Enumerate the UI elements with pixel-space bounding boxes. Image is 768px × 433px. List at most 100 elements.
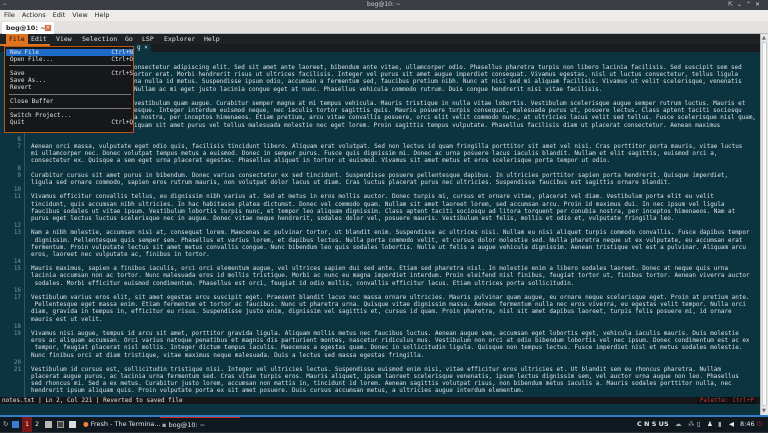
editor-line[interactable]: placerat augue purus, ac lacinia urna fe…	[0, 373, 756, 380]
tray-indicators[interactable]: C N S US	[637, 417, 669, 432]
notes-icon[interactable]: ▯	[697, 417, 701, 432]
editor-line[interactable]: 11 Vivamus efficitur convallis tellus, eu…	[0, 193, 756, 200]
editor-line[interactable]: mauris est ut velit.	[0, 316, 756, 323]
scroll-up-icon[interactable]: ▲	[762, 35, 766, 41]
line-text: hendrerit ipsum aliquam quis. Proin vulp…	[31, 387, 525, 395]
tab-label: bog@10: ~	[6, 24, 46, 32]
line-text: na nulla id metus. Suspendisse ipsum odi…	[134, 78, 742, 86]
editor-line[interactable]: mi ullamcorper nec. Donec volutpat tempu…	[0, 150, 756, 157]
editor-menu-file[interactable]: File	[6, 34, 28, 44]
app-menu-view[interactable]: View	[72, 10, 87, 21]
editor-menu-lsp[interactable]: LSP	[142, 34, 154, 44]
line-text: eros, laoreet nec vulputate ac, finibus …	[31, 250, 210, 258]
line-number: 21	[13, 365, 21, 373]
window-controls[interactable]: ⇱⌄⌃✕	[728, 0, 764, 10]
taskbar-window-terminal[interactable]: ▪ bog@10: ~	[160, 417, 240, 432]
window-titlebar: ⌁ bog@10: ~ ⇱⌄⌃✕	[0, 0, 768, 10]
file-manager-icon[interactable]	[45, 417, 52, 432]
terminal-icon[interactable]	[57, 417, 64, 432]
taskbar-window-fresh[interactable]: ● Fresh - The Termina...	[81, 417, 161, 432]
app-menu-edit[interactable]: Edit	[53, 10, 66, 21]
window-label: bog@10: ~	[168, 421, 206, 429]
editor-line[interactable]: dignissim. Pellentesque quis semper sem.…	[0, 237, 756, 244]
app-menu-file[interactable]: File	[4, 10, 15, 21]
editor-line[interactable]: 20	[0, 359, 756, 366]
battery-icon[interactable]: ▮	[718, 417, 722, 432]
menu-item-switch-project[interactable]: Switch Project...	[6, 112, 133, 119]
line-text: sed rhoncus mi. Sed a ex metus. Curabitu…	[31, 380, 732, 388]
scroll-down-icon[interactable]: ▼	[762, 408, 766, 414]
workspace-2[interactable]: 2	[35, 417, 39, 432]
editor-line[interactable]: 19 Vivamus nisi augue, tempus id arcu sit…	[0, 330, 756, 337]
editor-line[interactable]: Pellentesque eget massa enim. Etiam ferm…	[0, 301, 756, 308]
editor-line[interactable]: Nunc finibus orci at diam tristique, vit…	[0, 352, 756, 359]
menu-item-revert[interactable]: Revert	[6, 84, 133, 91]
editor-line[interactable]: consectetur ex. Quisque a sem eget urna …	[0, 157, 756, 164]
terminal-tab[interactable]: bog@10: ~ ×	[2, 22, 54, 34]
editor-line[interactable]: sodales. Morbi efficitur euismod condime…	[0, 280, 756, 287]
volume-icon[interactable]: ◀	[729, 417, 734, 432]
editor-line[interactable]: 12	[0, 222, 756, 229]
editor-line[interactable]: purus eget lectus luctus scelerisque nec…	[0, 215, 756, 222]
editor-menu-view[interactable]: View	[56, 34, 72, 44]
app-menu-actions[interactable]: Actions	[22, 10, 46, 21]
editor-line[interactable]: 10	[0, 186, 756, 193]
editor-icon[interactable]	[69, 417, 76, 432]
editor-line[interactable]: eros ac aliquam accumsan. Orci varius na…	[0, 337, 756, 344]
line-text: ligula sed ornare commodo, sapien eros r…	[31, 179, 671, 186]
menu-item-close-buffer[interactable]: Close Buffer	[6, 98, 133, 105]
editor-menu-explorer[interactable]: Explorer	[164, 34, 195, 44]
app-menu-help[interactable]: Help	[95, 10, 110, 21]
window-scrollbar[interactable]: ▲ ▼	[760, 34, 768, 415]
editor-line[interactable]: 16	[0, 287, 756, 294]
editor-line[interactable]: 21 Vestibulum id cursus est, sollicitudin…	[0, 366, 756, 373]
editor-line[interactable]: eros, laoreet nec vulputate ac, finibus …	[0, 251, 756, 258]
editor-line[interactable]: 13 Nam a nibh molestie, accumsan nisi at,…	[0, 229, 756, 236]
editor-line[interactable]: 15 Mauris maximus, sapien a finibus iacul…	[0, 265, 756, 272]
menu-item-open-file[interactable]: Open File... Ctrl+O	[6, 56, 133, 63]
editor-line[interactable]: ligula sed ornare commodo, sapien eros r…	[0, 179, 756, 186]
editor-line[interactable]: 8	[0, 165, 756, 172]
line-number: 18	[13, 322, 21, 330]
editor-line[interactable]: 9 Curabitur cursus sit amet purus in bibe…	[0, 172, 756, 179]
close-tab-icon[interactable]: ×	[45, 25, 51, 31]
editor-line[interactable]: hendrerit ipsum aliquam quis. Proin vulp…	[0, 387, 756, 394]
editor-menu-edit[interactable]: Edit	[31, 34, 47, 44]
editor-line[interactable]: fermentum. Proin vulputate lectus sit am…	[0, 244, 756, 251]
clock[interactable]: 8:46	[740, 417, 755, 432]
workspace-1[interactable]: 1	[22, 417, 33, 432]
network-icon[interactable]: ☁	[675, 417, 682, 432]
line-text: fermentum. Proin vulputate lectus sit am…	[31, 243, 746, 251]
editor-line[interactable]: 14	[0, 258, 756, 265]
desktop-icon[interactable]	[12, 417, 19, 432]
editor-line[interactable]: faucibus sodales ut vitae ipsum. Vestibu…	[0, 208, 756, 215]
menu-item-quit[interactable]: Quit Ctrl+Q	[6, 119, 133, 126]
editor-line[interactable]: tempor, feugiat placerat nisl mollis. In…	[0, 344, 756, 351]
editor-line[interactable]: diam, gravida in tempus in, efficitur eu…	[0, 308, 756, 315]
editor-line[interactable]: 18	[0, 323, 756, 330]
line-number: 8	[17, 164, 21, 172]
editor-line[interactable]: lacinia accumsan non ac tortor. Nunc mal…	[0, 272, 756, 279]
editor-menu-selection[interactable]: Selection	[82, 34, 117, 44]
menu-item-save-as[interactable]: Save As...	[6, 77, 133, 84]
editor-menu-go[interactable]: Go	[125, 34, 133, 44]
share-icon[interactable]: ⁂	[688, 417, 695, 432]
status-text: notes.txt | Ln 2, Col 221 | Reverted to …	[2, 397, 183, 404]
menu-item-new-file[interactable]: New File Ctrl+N	[6, 49, 133, 56]
refresh-icon[interactable]: ↻	[3, 417, 8, 432]
palette-hint[interactable]: Palette: Ctrl+P	[697, 397, 756, 404]
editor-line[interactable]: 7 Aenean orci massa, vulputate eget odio …	[0, 143, 756, 150]
line-number: 15	[13, 265, 21, 273]
scrollbar-thumb[interactable]	[762, 42, 767, 406]
menu-item-save[interactable]: Save Ctrl+S	[6, 70, 133, 77]
editor-line[interactable]: sed rhoncus mi. Sed a ex metus. Curabitu…	[0, 380, 756, 387]
buffer-tab[interactable]: g ×	[134, 44, 151, 52]
editor-line[interactable]: 17 Vestibulum varius eros elit, sit amet …	[0, 294, 756, 301]
power-icon[interactable]: ⏻	[757, 417, 762, 432]
editor-line[interactable]: tincidunt, quis accumsan nibh ultricies.…	[0, 201, 756, 208]
line-text: Pellentesque eget massa enim. Etiam ferm…	[31, 301, 746, 309]
editor-menu-help[interactable]: Help	[204, 34, 220, 44]
editor-line[interactable]: 6	[0, 136, 756, 143]
menu-item-label: Save As...	[10, 77, 47, 84]
bell-icon[interactable]: ♟	[707, 417, 713, 432]
